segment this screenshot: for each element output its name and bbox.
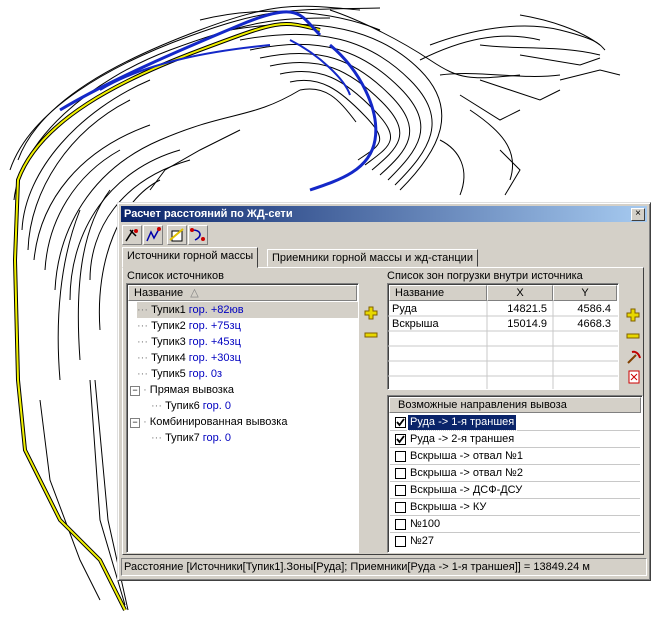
delete-zone-button[interactable] (628, 369, 642, 384)
tree-item-tupik6[interactable]: ··· Тупик6 гор. 0 (151, 398, 231, 414)
zone-name[interactable]: Руда (392, 302, 417, 317)
window-title: Расчет расстояний по ЖД-сети (124, 208, 293, 220)
tab-receivers[interactable]: Приемники горной массы и жд-станции (267, 249, 478, 267)
tree-group-combined[interactable]: − · Комбинированная вывозка (130, 414, 287, 430)
direction-label: Вскрыша -> отвал №2 (410, 467, 523, 479)
direction-item[interactable]: №27 (390, 533, 640, 550)
direction-label: Вскрыша -> ДСФ-ДСУ (410, 484, 523, 496)
source-level: гор. +75зц (188, 320, 241, 332)
tab-panel: Список источников Название △ ··· Тупик1 … (122, 267, 644, 555)
zone-tool-button[interactable] (167, 225, 187, 245)
directions-header: Возможные направления вывоза (389, 397, 641, 413)
zone-y[interactable]: 4586.4 (553, 302, 611, 317)
source-name: Тупик7 (165, 432, 200, 444)
remove-source-button[interactable] (364, 328, 378, 342)
tab-sources[interactable]: Источники горной массы (122, 247, 259, 268)
route-tool-icon (190, 228, 205, 241)
tree-item-tupik1[interactable]: ··· Тупик1 гор. +82юв (137, 302, 358, 318)
source-name: Тупик5 (151, 368, 186, 380)
minus-icon (626, 333, 640, 339)
tree-group-direct[interactable]: − · Прямая вывозка (130, 382, 234, 398)
track-tool-button[interactable] (143, 225, 163, 245)
add-zone-button[interactable] (626, 308, 640, 322)
direction-item[interactable]: Вскрыша -> КУ (390, 499, 640, 516)
checkbox[interactable] (395, 451, 406, 462)
column-name-label: Название (134, 287, 184, 299)
pickaxe-icon (627, 350, 641, 364)
checkbox[interactable] (395, 536, 406, 547)
minus-icon (364, 332, 378, 338)
zone-y[interactable]: 4668.3 (553, 317, 611, 332)
direction-item[interactable]: Вскрыша -> отвал №1 (390, 448, 640, 465)
track-tool-icon (146, 227, 161, 242)
plus-icon (626, 308, 640, 322)
distance-calc-dialog: Расчет расстояний по ЖД-сети × Источники… (117, 202, 651, 581)
zone-x[interactable]: 14821.5 (487, 302, 547, 317)
source-level: гор. +30зц (188, 352, 241, 364)
pick-tool-icon (125, 229, 138, 242)
group-label: Комбинированная вывозка (149, 416, 288, 428)
source-level: гор. 0з (188, 368, 223, 380)
direction-item[interactable]: Вскрыша -> отвал №2 (390, 465, 640, 482)
close-button[interactable]: × (631, 208, 645, 221)
pick-tool-button[interactable] (122, 225, 142, 245)
direction-label: №27 (410, 535, 435, 547)
checkbox[interactable] (395, 485, 406, 496)
zones-table[interactable]: Название X Y Руда 14821.5 4586.4 Вскрыша… (387, 283, 619, 390)
plus-icon (364, 306, 378, 320)
source-name: Тупик4 (151, 352, 186, 364)
pick-zone-button[interactable] (626, 349, 641, 364)
add-source-button[interactable] (364, 306, 378, 320)
source-level: гор. 0 (202, 400, 232, 412)
direction-label: №100 (410, 518, 441, 530)
remove-zone-button[interactable] (626, 329, 640, 343)
sort-asc-icon: △ (190, 287, 199, 299)
direction-label: Вскрыша -> отвал №1 (410, 450, 523, 462)
sources-list-title: Список источников (127, 270, 224, 282)
tree-item-tupik7[interactable]: ··· Тупик7 гор. 0 (151, 430, 231, 446)
checkbox[interactable] (395, 519, 406, 530)
source-name: Тупик2 (151, 320, 186, 332)
group-label: Прямая вывозка (149, 384, 235, 396)
direction-label: Руда -> 2-я траншея (410, 433, 515, 445)
route-tool-button[interactable] (188, 225, 208, 245)
zones-col-x[interactable]: X (487, 285, 553, 301)
sources-column-header[interactable]: Название △ (128, 285, 357, 301)
zones-col-name[interactable]: Название (389, 285, 487, 301)
direction-item[interactable]: Вскрыша -> ДСФ-ДСУ (390, 482, 640, 499)
source-level: гор. +45зц (188, 336, 241, 348)
collapse-icon[interactable]: − (130, 386, 140, 396)
tree-item-tupik2[interactable]: ··· Тупик2 гор. +75зц (137, 318, 241, 334)
tree-item-tupik4[interactable]: ··· Тупик4 гор. +30зц (137, 350, 241, 366)
zone-x[interactable]: 15014.9 (487, 317, 547, 332)
zone-tool-icon (169, 228, 184, 242)
direction-label: Руда -> 1-я траншея (406, 414, 518, 431)
direction-label: Вскрыша -> КУ (410, 501, 487, 513)
delete-icon (628, 370, 640, 384)
direction-item[interactable]: №100 (390, 516, 640, 533)
direction-item[interactable]: Руда -> 2-я траншея (390, 431, 640, 448)
direction-item[interactable]: Руда -> 1-я траншея (390, 414, 640, 431)
tree-item-tupik3[interactable]: ··· Тупик3 гор. +45зц (137, 334, 241, 350)
directions-list[interactable]: Возможные направления вывоза Руда -> 1-я… (387, 395, 643, 553)
zones-col-y[interactable]: Y (553, 285, 617, 301)
zones-list-title: Список зон погрузки внутри источника (387, 270, 583, 282)
source-level: гор. +82юв (188, 304, 244, 316)
checkbox[interactable] (395, 502, 406, 513)
source-level: гор. 0 (202, 432, 232, 444)
status-bar: Расстояние [Источники[Тупик1].Зоны[Руда]… (121, 558, 647, 576)
zone-name[interactable]: Вскрыша (392, 317, 439, 332)
checkbox-checked[interactable] (395, 417, 406, 428)
tree-item-tupik5[interactable]: ··· Тупик5 гор. 0з (137, 366, 222, 382)
source-name: Тупик1 (151, 304, 186, 316)
checkbox-checked[interactable] (395, 434, 406, 445)
sources-tree[interactable]: Название △ ··· Тупик1 гор. +82юв ··· Туп… (126, 283, 359, 553)
checkbox[interactable] (395, 468, 406, 479)
source-name: Тупик6 (165, 400, 200, 412)
collapse-icon[interactable]: − (130, 418, 140, 428)
source-name: Тупик3 (151, 336, 186, 348)
title-bar[interactable]: Расчет расстояний по ЖД-сети × (121, 206, 647, 222)
